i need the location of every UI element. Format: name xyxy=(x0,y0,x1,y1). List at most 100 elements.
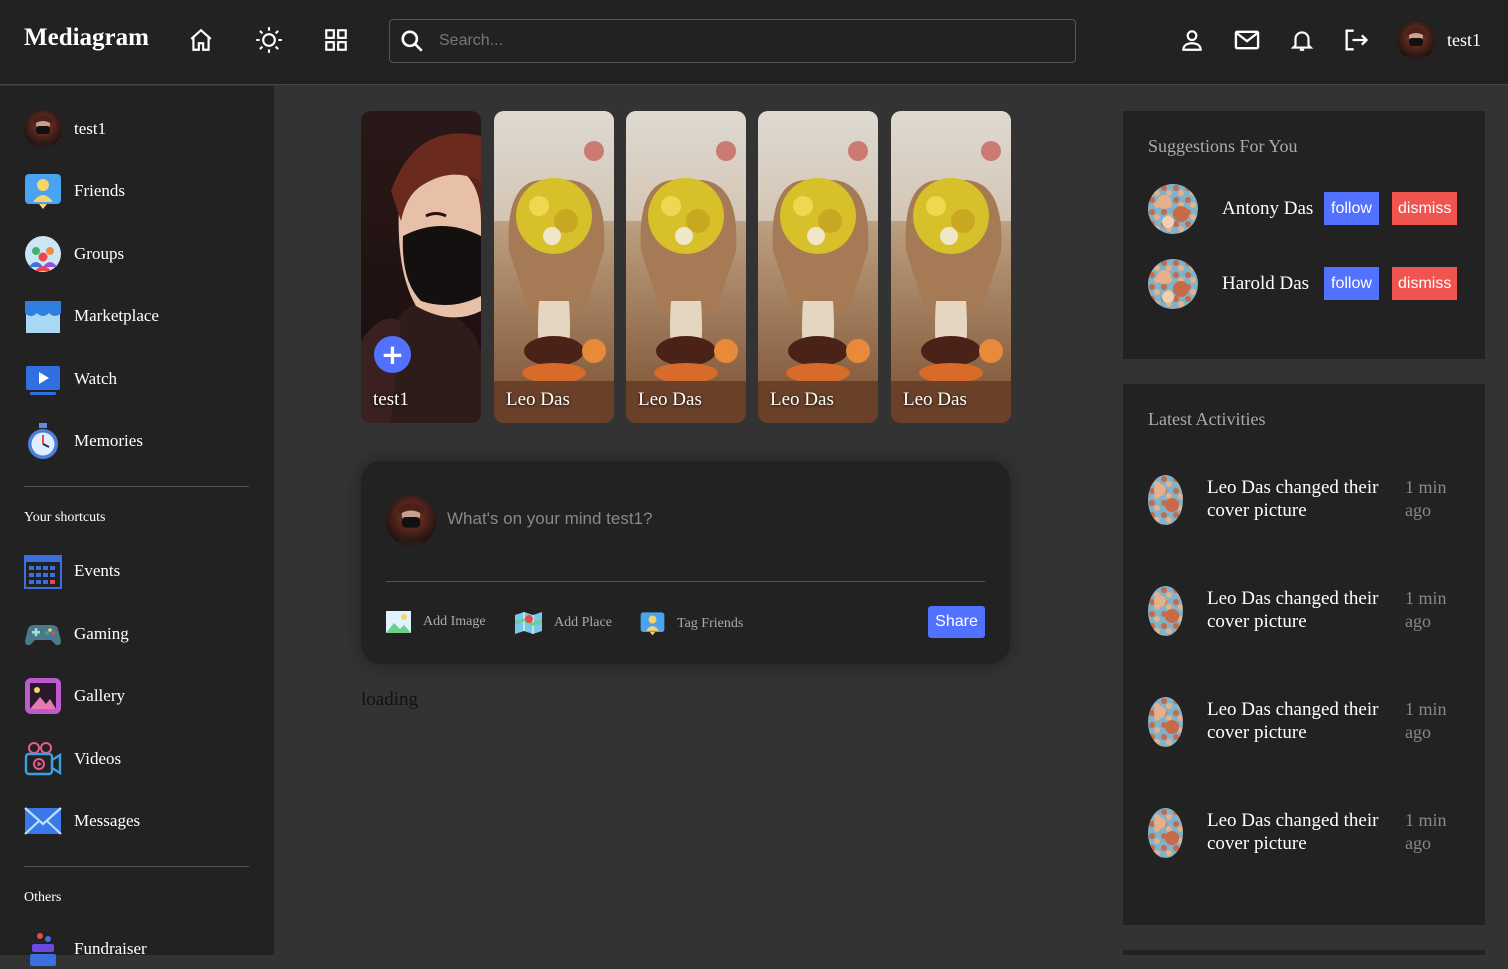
story-name: Leo Das xyxy=(903,389,967,410)
sidebar-item-label: test1 xyxy=(74,119,107,138)
search-icon xyxy=(401,30,423,52)
dismiss-button[interactable]: dismiss xyxy=(1392,267,1458,300)
others-heading: Others xyxy=(24,890,62,905)
add-image-option[interactable]: Add Image xyxy=(386,611,486,633)
activity-time: 1 min ago xyxy=(1405,588,1447,631)
nav-username[interactable]: test1 xyxy=(1447,30,1481,51)
home-icon[interactable] xyxy=(187,26,215,54)
story-card-own[interactable]: + test1 xyxy=(361,111,481,423)
logout-icon[interactable] xyxy=(1342,26,1370,54)
groups-icon xyxy=(24,235,62,273)
bell-icon[interactable] xyxy=(1288,26,1316,54)
app-logo[interactable]: Mediagram xyxy=(24,24,149,52)
activity-avatar[interactable] xyxy=(1148,475,1183,525)
activity-item: Leo Das changed their cover picture 1 mi… xyxy=(1148,697,1468,749)
sidebar-item-label: Friends xyxy=(74,181,125,200)
story-image xyxy=(626,111,746,423)
sidebar-item-memories[interactable]: Memories xyxy=(24,421,143,461)
follow-button[interactable]: follow xyxy=(1324,267,1379,300)
activity-time: 1 min ago xyxy=(1405,699,1447,742)
sidebar-item-videos[interactable]: Videos xyxy=(24,739,121,779)
tag-friends-option[interactable]: Tag Friends xyxy=(640,611,743,636)
sidebar-item-watch[interactable]: Watch xyxy=(24,359,117,399)
add-image-label: Add Image xyxy=(423,614,486,629)
sidebar-item-events[interactable]: Events xyxy=(24,551,120,591)
user-avatar xyxy=(386,496,436,546)
activity-item: Leo Das changed their cover picture 1 mi… xyxy=(1148,808,1468,860)
sidebar-item-friends[interactable]: Friends xyxy=(24,171,125,211)
sidebar-item-label: Marketplace xyxy=(74,306,159,325)
sidebar-item-groups[interactable]: Groups xyxy=(24,234,124,274)
story-name: Leo Das xyxy=(638,389,702,410)
image-icon xyxy=(386,611,411,633)
share-box: Add Image Add Place Tag Friends Share xyxy=(361,461,1010,664)
activity-time: 1 min ago xyxy=(1405,810,1447,853)
suggestions-card: Suggestions For You Antony Das follow di… xyxy=(1123,111,1485,359)
activity-text: Leo Das changed their cover picture xyxy=(1207,477,1379,521)
share-button[interactable]: Share xyxy=(928,606,985,638)
suggestion-item: Antony Das follow dismiss xyxy=(1148,184,1468,234)
stopwatch-icon xyxy=(24,422,62,460)
apps-grid-icon[interactable] xyxy=(322,26,350,54)
activity-avatar[interactable] xyxy=(1148,697,1183,747)
sidebar-item-label: Watch xyxy=(74,369,117,388)
search-input[interactable] xyxy=(439,32,1039,50)
map-icon xyxy=(515,612,542,634)
dismiss-button[interactable]: dismiss xyxy=(1392,192,1458,225)
activity-avatar[interactable] xyxy=(1148,808,1183,858)
sidebar-divider xyxy=(24,486,249,487)
story-name: Leo Das xyxy=(506,389,570,410)
story-image xyxy=(891,111,1011,423)
fundraiser-icon xyxy=(24,930,62,968)
sidebar-item-label: Gaming xyxy=(74,624,129,643)
envelope-icon xyxy=(24,802,62,840)
next-card-edge xyxy=(1123,950,1485,955)
add-place-label: Add Place xyxy=(554,615,612,630)
activity-text: Leo Das changed their cover picture xyxy=(1207,588,1379,632)
profile-icon[interactable] xyxy=(1178,26,1206,54)
post-input[interactable] xyxy=(447,509,967,529)
sidebar-item-label: Memories xyxy=(74,431,143,450)
story-image xyxy=(361,111,481,423)
theme-toggle-icon[interactable] xyxy=(255,26,283,54)
activities-card: Latest Activities Leo Das changed their … xyxy=(1123,384,1485,925)
story-card[interactable]: Leo Das xyxy=(626,111,746,423)
sidebar-item-label: Fundraiser xyxy=(74,939,147,958)
sidebar-item-messages[interactable]: Messages xyxy=(24,801,140,841)
activities-title: Latest Activities xyxy=(1148,409,1266,429)
activity-item: Leo Das changed their cover picture 1 mi… xyxy=(1148,586,1468,638)
add-place-option[interactable]: Add Place xyxy=(515,611,612,635)
story-image xyxy=(494,111,614,423)
sidebar-item-label: Messages xyxy=(74,811,141,830)
tag-friends-label: Tag Friends xyxy=(677,615,744,631)
suggestion-name[interactable]: Harold Das xyxy=(1222,273,1309,295)
mail-icon[interactable] xyxy=(1233,26,1261,54)
story-card[interactable]: Leo Das xyxy=(494,111,614,423)
sidebar-item-fundraiser[interactable]: Fundraiser xyxy=(24,929,147,969)
suggestion-avatar[interactable] xyxy=(1148,259,1198,309)
sidebar-item-label: Gallery xyxy=(74,686,125,705)
feed-loading-text: loading xyxy=(361,689,418,710)
user-avatar xyxy=(24,110,62,148)
share-divider xyxy=(386,581,985,582)
sidebar-item-marketplace[interactable]: Marketplace xyxy=(24,296,159,336)
suggestion-name[interactable]: Antony Das xyxy=(1222,198,1313,220)
activity-time: 1 min ago xyxy=(1405,477,1447,520)
sidebar-item-gaming[interactable]: Gaming xyxy=(24,614,129,654)
sidebar-item-gallery[interactable]: Gallery xyxy=(24,676,125,716)
story-card[interactable]: Leo Das xyxy=(758,111,878,423)
suggestion-avatar[interactable] xyxy=(1148,184,1198,234)
sidebar-divider xyxy=(24,866,249,867)
friends-icon xyxy=(640,612,665,636)
story-card[interactable]: Leo Das xyxy=(891,111,1011,423)
follow-button[interactable]: follow xyxy=(1324,192,1379,225)
story-image xyxy=(758,111,878,423)
user-avatar[interactable] xyxy=(1397,22,1435,60)
sidebar-item-label: Events xyxy=(74,561,121,580)
add-story-button[interactable]: + xyxy=(374,336,411,373)
suggestions-title: Suggestions For You xyxy=(1148,136,1298,156)
sidebar-item-profile[interactable]: test1 xyxy=(24,109,106,149)
sidebar-item-label: Groups xyxy=(74,244,125,263)
activity-text: Leo Das changed their cover picture xyxy=(1207,810,1379,854)
activity-avatar[interactable] xyxy=(1148,586,1183,636)
